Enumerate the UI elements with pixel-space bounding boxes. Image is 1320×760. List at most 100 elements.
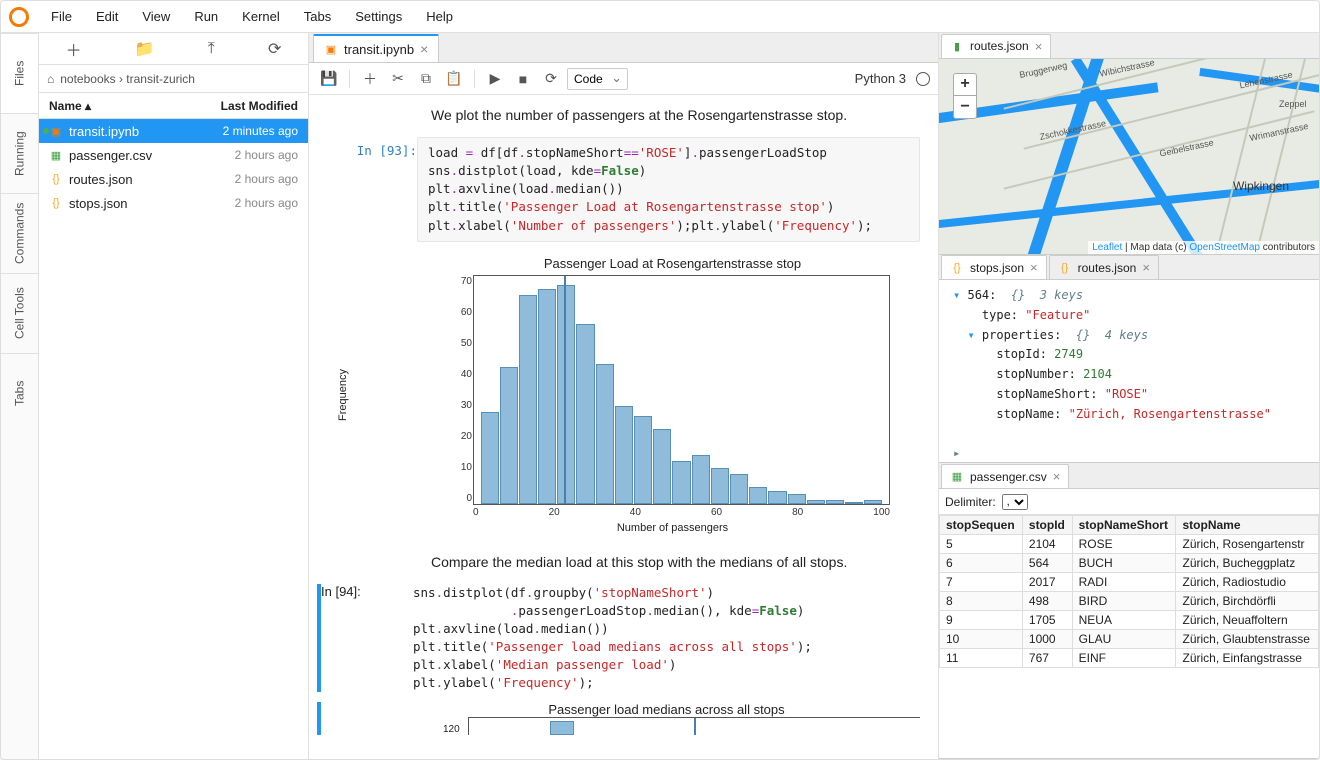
csv-col-header[interactable]: stopNameShort [1072,516,1176,535]
stop-icon[interactable]: ■ [511,67,535,91]
csv-col-header[interactable]: stopId [1022,516,1072,535]
paste-icon[interactable]: 📋 [442,67,466,91]
csv-table[interactable]: stopSequenstopIdstopNameShortstopName 52… [939,515,1319,758]
file-row-stops-json[interactable]: {}stops.json2 hours ago [39,191,308,215]
file-name: transit.ipynb [69,124,139,139]
table-row[interactable]: 11767EINFZürich, Einfangstrasse [940,649,1319,668]
csv-toolbar: Delimiter: , [939,489,1319,515]
chart-bar [538,289,556,504]
save-icon[interactable]: 💾 [317,67,341,91]
delimiter-label: Delimiter: [945,495,996,509]
run-icon[interactable]: ▶ [483,67,507,91]
zoom-in-button[interactable]: + [954,74,976,96]
upload-icon[interactable]: ⤒ [208,40,215,58]
markdown-cell-2[interactable]: Compare the median load at this stop wit… [309,534,920,584]
cell-type-select[interactable]: Code [567,68,628,90]
chart-bar [615,406,633,504]
chart-bar [788,494,806,504]
notebook-toolbar: 💾 ＋ ✂ ⧉ 📋 ▶ ■ ⟳ Code Python 3 [309,63,938,95]
code-input[interactable]: load = df[df.stopNameShort=='ROSE'].pass… [428,144,909,235]
kernel-name[interactable]: Python 3 [855,71,906,86]
leaflet-map[interactable]: Bruggerweg Wibichstrasse Lehenstrasse Zs… [939,59,1319,254]
sidebar-tab-commands[interactable]: Commands [1,193,38,273]
main-area: FilesRunningCommandsCell ToolsTabs ＋ 📁 ⤒… [1,33,1319,759]
csv-cell: BIRD [1072,592,1176,611]
sidebar-tab-cell-tools[interactable]: Cell Tools [1,273,38,353]
menu-file[interactable]: File [41,5,82,28]
col-name[interactable]: Name [49,99,82,113]
tab-passenger-csv[interactable]: ▦ passenger.csv × [941,464,1069,488]
close-icon[interactable]: × [1035,39,1043,54]
sidebar-tab-files[interactable]: Files [1,33,38,113]
expand-icon[interactable]: ▾ [953,288,960,302]
tab-routes-json[interactable]: {} routes.json × [1049,255,1159,279]
table-row[interactable]: 101000GLAUZürich, Glaubtenstrasse [940,630,1319,649]
breadcrumb[interactable]: ⌂ notebooks › transit-zurich [39,65,308,93]
notebook-tabstrip: ▣ transit.ipynb × [309,33,938,63]
table-row[interactable]: 52104ROSEZürich, Rosengartenstr [940,535,1319,554]
tab-transit-ipynb[interactable]: ▣ transit.ipynb × [313,34,439,62]
chart-ytick: 70 [446,276,472,287]
close-icon[interactable]: × [420,41,428,57]
file-list-header[interactable]: Name ▴ Last Modified [39,93,308,119]
table-row[interactable]: 8498BIRDZürich, Birchdörfli [940,592,1319,611]
cut-icon[interactable]: ✂ [386,67,410,91]
insert-cell-icon[interactable]: ＋ [358,67,382,91]
kernel-status-icon[interactable] [916,72,930,86]
collapse-icon[interactable]: ▸ [953,444,1319,462]
chart-median-line [564,276,566,504]
menu-edit[interactable]: Edit [86,5,128,28]
close-icon[interactable]: × [1053,469,1061,484]
table-row[interactable]: 72017RADIZürich, Radiostudio [940,573,1319,592]
copy-icon[interactable]: ⧉ [414,67,438,91]
running-indicator-icon [43,128,49,134]
menu-kernel[interactable]: Kernel [232,5,290,28]
breadcrumb-path[interactable]: notebooks › transit-zurich [60,72,195,86]
file-row-transit-ipynb[interactable]: ▣transit.ipynb2 minutes ago [39,119,308,143]
code-input[interactable]: sns.distplot(df.groupby('stopNameShort')… [413,584,812,693]
delimiter-select[interactable]: , [1002,494,1028,510]
close-icon[interactable]: × [1142,260,1150,275]
menu-run[interactable]: Run [184,5,228,28]
code-cell-94[interactable]: In [94]: sns.distplot(df.groupby('stopNa… [309,584,920,693]
code-cell-93[interactable]: In [93]: load = df[df.stopNameShort=='RO… [309,137,920,242]
file-row-routes-json[interactable]: {}routes.json2 hours ago [39,167,308,191]
file-modified: 2 hours ago [235,196,298,210]
close-icon[interactable]: × [1030,260,1038,275]
table-row[interactable]: 6564BUCHZürich, Bucheggplatz [940,554,1319,573]
menu-view[interactable]: View [132,5,180,28]
notebook-body[interactable]: We plot the number of passengers at the … [309,95,938,759]
new-launcher-icon[interactable]: ＋ [66,37,82,61]
csv-cell: 11 [940,649,1023,668]
map-area-name: Wipkingen [1233,179,1289,193]
json-viewer[interactable]: ▾ 564: {} 3 keys type: "Feature" ▾ prope… [939,280,1319,462]
sidebar-tab-tabs[interactable]: Tabs [1,353,38,433]
restart-icon[interactable]: ⟳ [539,67,563,91]
menu-help[interactable]: Help [416,5,463,28]
table-row[interactable]: 91705NEUAZürich, Neuaffoltern [940,611,1319,630]
chart-bar [481,412,499,503]
sidebar-tab-running[interactable]: Running [1,113,38,193]
csv-cell: 8 [940,592,1023,611]
chart-bar [807,500,825,503]
chart-xtick: 40 [630,507,641,518]
refresh-icon[interactable]: ⟳ [268,39,281,59]
leaflet-link[interactable]: Leaflet [1092,242,1122,253]
tab-routes-json-map[interactable]: ▮ routes.json × [941,34,1051,58]
csv-col-header[interactable]: stopSequen [940,516,1023,535]
tab-label: passenger.csv [970,470,1047,484]
home-icon[interactable]: ⌂ [47,72,54,86]
sort-icon[interactable]: ▴ [85,99,91,113]
csv-col-header[interactable]: stopName [1176,516,1319,535]
new-folder-icon[interactable]: 📁 [135,39,155,59]
file-row-passenger-csv[interactable]: ▦passenger.csv2 hours ago [39,143,308,167]
markdown-cell-1[interactable]: We plot the number of passengers at the … [309,103,920,137]
osm-link[interactable]: OpenStreetMap [1189,242,1260,253]
col-modified[interactable]: Last Modified [221,99,298,113]
tab-stops-json[interactable]: {} stops.json × [941,255,1047,279]
menu-settings[interactable]: Settings [345,5,412,28]
expand-icon[interactable]: ▾ [967,328,974,342]
menu-tabs[interactable]: Tabs [294,5,341,28]
json-icon: {} [950,261,964,275]
zoom-out-button[interactable]: − [954,96,976,118]
